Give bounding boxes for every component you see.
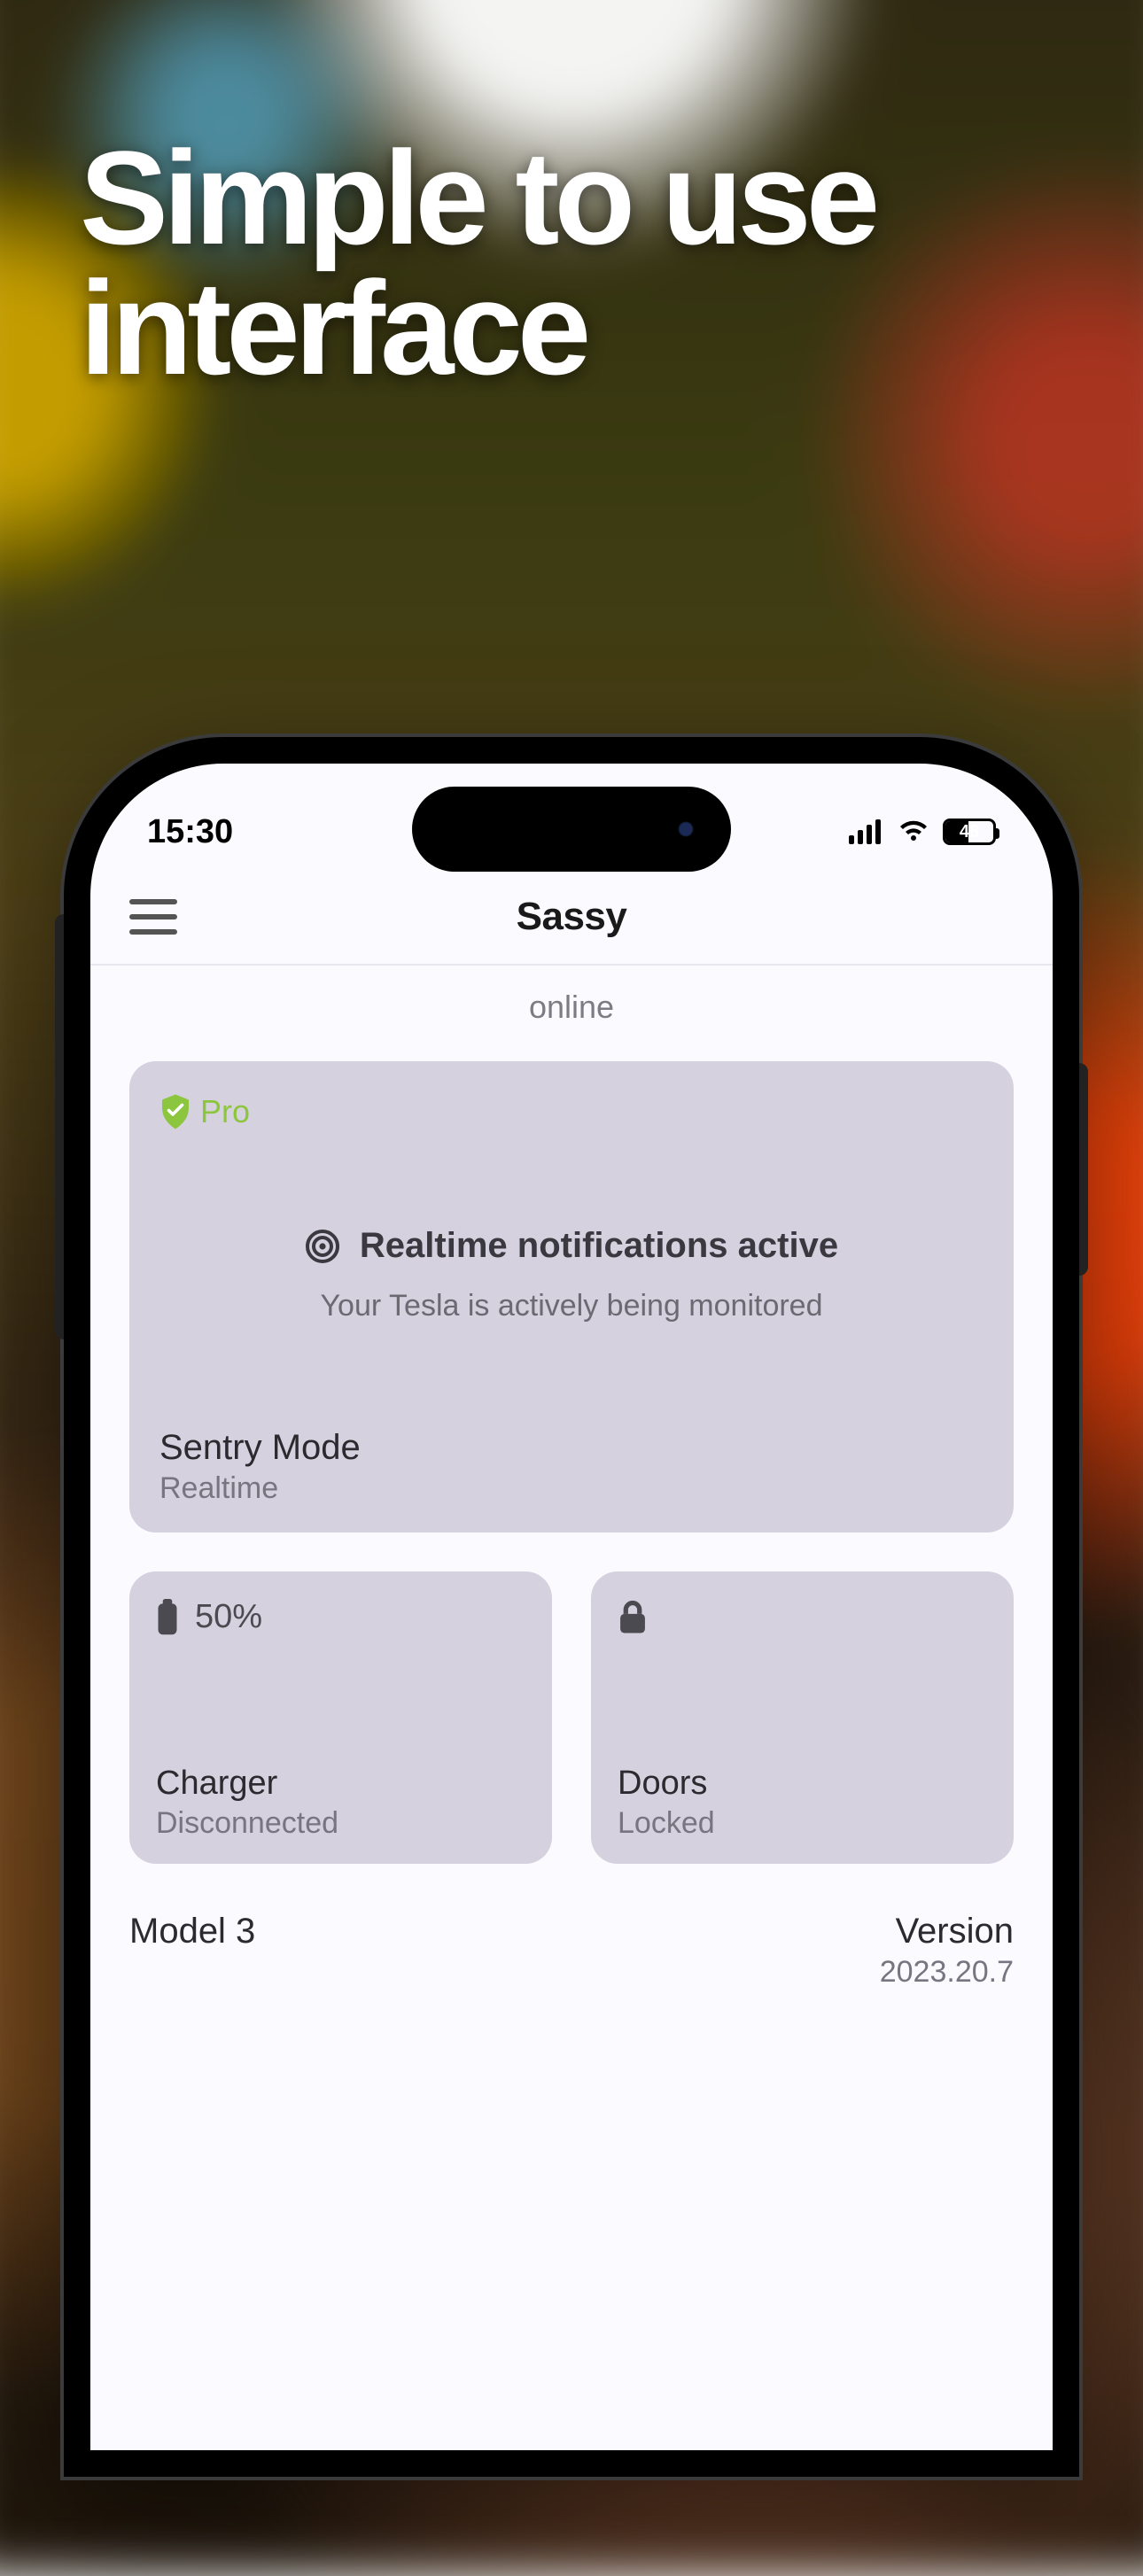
- charger-tile[interactable]: 50% Charger Disconnected: [129, 1571, 552, 1864]
- notif-title: Realtime notifications active: [360, 1226, 838, 1266]
- doors-sub: Locked: [618, 1806, 987, 1841]
- dynamic-island: [412, 787, 731, 872]
- cellular-icon: [849, 819, 884, 844]
- headline-line2: interface: [80, 253, 586, 402]
- lock-icon: [618, 1598, 648, 1635]
- battery-icon: [156, 1599, 179, 1636]
- wifi-icon: [898, 819, 929, 844]
- doors-title: Doors: [618, 1765, 987, 1803]
- clock: 15:30: [147, 813, 233, 851]
- app-bar: Sassy: [90, 870, 1053, 966]
- headline-line1: Simple to use: [80, 123, 875, 272]
- target-icon: [305, 1229, 340, 1264]
- pro-badge: Pro: [159, 1093, 984, 1130]
- sentry-title: Sentry Mode: [159, 1428, 984, 1468]
- version-value: 2023.20.7: [880, 1955, 1014, 1990]
- sentry-card[interactable]: Pro Realtime notifications active Your T…: [129, 1061, 1014, 1532]
- menu-button[interactable]: [129, 899, 177, 935]
- meta-row: Model 3 Version 2023.20.7: [129, 1912, 1014, 1990]
- doors-tile[interactable]: Doors Locked: [591, 1571, 1014, 1864]
- vehicle-model: Model 3: [129, 1912, 255, 1990]
- app-body: online Pro Realtime notifications active: [90, 966, 1053, 2450]
- battery-icon: 48: [943, 819, 996, 845]
- charger-title: Charger: [156, 1765, 525, 1803]
- charger-sub: Disconnected: [156, 1806, 525, 1841]
- sentry-sub: Realtime: [159, 1471, 984, 1506]
- notif-subtitle: Your Tesla is actively being monitored: [159, 1289, 984, 1323]
- battery-level: 50%: [195, 1598, 262, 1636]
- promo-headline: Simple to use interface: [80, 133, 1063, 393]
- phone-screen: 15:30 48 Sassy online Pro: [90, 764, 1053, 2450]
- shield-check-icon: [159, 1094, 191, 1129]
- vehicle-status: online: [129, 966, 1014, 1061]
- pro-label: Pro: [200, 1093, 250, 1130]
- phone-frame: 15:30 48 Sassy online Pro: [64, 737, 1079, 2477]
- app-title: Sassy: [517, 895, 627, 939]
- version-label: Version: [896, 1912, 1014, 1951]
